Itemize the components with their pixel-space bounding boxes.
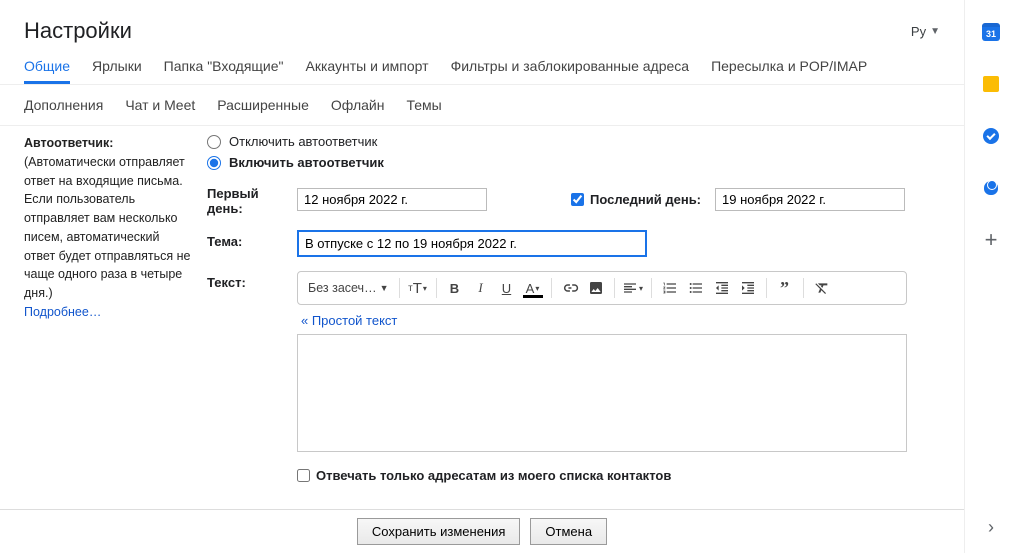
remove-formatting-button[interactable] [810, 275, 834, 301]
language-selector[interactable]: Ру ▼ [911, 24, 940, 39]
tab-filters[interactable]: Фильтры и заблокированные адреса [451, 58, 690, 84]
learn-more-link[interactable]: Подробнее… [24, 303, 191, 322]
section-description: Автоответчик: (Автоматически отправляет … [0, 126, 195, 553]
page-title: Настройки [24, 18, 132, 44]
tasks-addon[interactable] [981, 126, 1001, 146]
tab-advanced[interactable]: Расширенные [217, 97, 309, 113]
indent-less-icon [714, 280, 730, 296]
contacts-addon[interactable] [981, 178, 1001, 198]
side-panel: 31 + › [965, 0, 1017, 553]
calendar-addon[interactable]: 31 [981, 22, 1001, 42]
contacts-only-label: Отвечать только адресатам из моего списк… [316, 468, 671, 483]
collapse-sidepanel-button[interactable]: › [981, 517, 1001, 537]
radio-autoresponder-on-label: Включить автоответчик [229, 155, 384, 170]
font-family-selector[interactable]: Без засеч… ▼ [304, 281, 393, 295]
tab-addons[interactable]: Дополнения [24, 97, 103, 113]
chevron-down-icon: ▼ [380, 283, 389, 293]
numbered-list-button[interactable] [658, 275, 682, 301]
toolbar-separator [766, 278, 767, 298]
message-body-editor[interactable] [297, 334, 907, 452]
save-button[interactable]: Сохранить изменения [357, 518, 521, 545]
tab-general[interactable]: Общие [24, 58, 70, 84]
settings-tabs-row-2: Дополнения Чат и Meet Расширенные Офлайн… [0, 85, 964, 125]
contacts-icon [984, 181, 998, 195]
indent-more-button[interactable] [736, 275, 760, 301]
radio-autoresponder-on[interactable] [207, 156, 221, 170]
bullet-list-icon [688, 280, 704, 296]
tab-accounts[interactable]: Аккаунты и импорт [306, 58, 429, 84]
get-addons-button[interactable]: + [981, 230, 1001, 250]
bold-button[interactable]: B [443, 275, 467, 301]
keep-icon [983, 76, 999, 92]
radio-autoresponder-off[interactable] [207, 135, 221, 149]
toolbar-separator [551, 278, 552, 298]
first-day-label: Первый день: [207, 182, 289, 216]
text-color-button[interactable]: A▾ [521, 275, 545, 301]
keep-addon[interactable] [981, 74, 1001, 94]
toolbar-separator [614, 278, 615, 298]
last-day-checkbox[interactable] [571, 193, 584, 206]
underline-button[interactable]: U [495, 275, 519, 301]
toolbar-separator [651, 278, 652, 298]
italic-button[interactable]: I [469, 275, 493, 301]
footer-actions: Сохранить изменения Отмена [0, 509, 964, 553]
autoresponder-title: Автоответчик: [24, 134, 191, 153]
subject-label: Тема: [207, 230, 289, 257]
toolbar-separator [803, 278, 804, 298]
link-icon [561, 279, 579, 297]
last-day-input[interactable] [715, 188, 905, 211]
tab-labels[interactable]: Ярлыки [92, 58, 142, 84]
plain-text-link[interactable]: « Простой текст [301, 313, 397, 328]
numbered-list-icon [662, 280, 678, 296]
settings-tabs-row-1: Общие Ярлыки Папка "Входящие" Аккаунты и… [0, 54, 964, 85]
subject-input[interactable] [297, 230, 647, 257]
quote-button[interactable]: ” [773, 275, 797, 301]
indent-less-button[interactable] [710, 275, 734, 301]
image-icon [588, 280, 604, 296]
autoresponder-description: (Автоматически отправляет ответ на входя… [24, 153, 191, 303]
contacts-only-checkbox[interactable] [297, 469, 310, 482]
calendar-icon: 31 [982, 23, 1000, 41]
align-left-icon [622, 280, 638, 296]
tab-inbox[interactable]: Папка "Входящие" [164, 58, 284, 84]
language-label: Ру [911, 24, 926, 39]
remove-formatting-icon [814, 280, 830, 296]
tab-forwarding[interactable]: Пересылка и POP/IMAP [711, 58, 867, 84]
link-button[interactable] [558, 275, 582, 301]
chevron-right-icon: › [988, 517, 994, 538]
cancel-button[interactable]: Отмена [530, 518, 607, 545]
last-day-label: Последний день: [590, 192, 701, 207]
font-family-label: Без засеч… [308, 281, 377, 295]
radio-autoresponder-off-label: Отключить автоответчик [229, 134, 377, 149]
align-button[interactable]: ▾ [621, 275, 645, 301]
chevron-down-icon: ▼ [930, 26, 940, 37]
bullet-list-button[interactable] [684, 275, 708, 301]
first-day-input[interactable] [297, 188, 487, 211]
font-size-button[interactable]: тT▾ [406, 275, 430, 301]
tab-chat[interactable]: Чат и Meet [125, 97, 195, 113]
tasks-icon [983, 128, 999, 144]
image-button[interactable] [584, 275, 608, 301]
indent-more-icon [740, 280, 756, 296]
tab-themes[interactable]: Темы [406, 97, 441, 113]
editor-toolbar: Без засеч… ▼ тT▾ B I U A▾ [297, 271, 907, 305]
toolbar-separator [399, 278, 400, 298]
toolbar-separator [436, 278, 437, 298]
body-label: Текст: [207, 271, 289, 483]
plus-icon: + [985, 227, 998, 253]
tab-offline[interactable]: Офлайн [331, 97, 385, 113]
